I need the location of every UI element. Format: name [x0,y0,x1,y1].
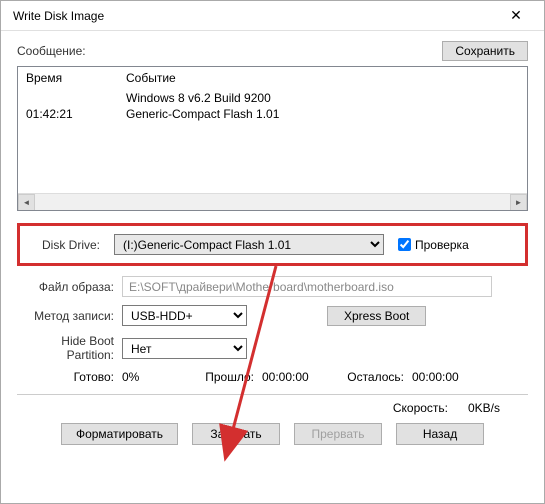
speed-value: 0KB/s [468,401,518,415]
horizontal-scrollbar[interactable]: ◄ ► [18,193,527,210]
scroll-track[interactable] [35,194,510,210]
save-button[interactable]: Сохранить [442,41,528,61]
message-label: Сообщение: [17,44,442,58]
ready-label: Готово: [17,370,122,384]
image-file-label: Файл образа: [17,280,122,294]
elapsed-label: Прошло: [202,370,262,384]
verify-checkbox-wrap[interactable]: Проверка [398,238,469,252]
hide-boot-select[interactable]: Нет [122,338,247,359]
format-button[interactable]: Форматировать [61,423,178,445]
log-time [26,91,126,105]
log-event: Windows 8 v6.2 Build 9200 [126,91,519,105]
log-event: Generic-Compact Flash 1.01 [126,107,519,121]
close-icon[interactable]: ✕ [496,1,536,31]
remain-value: 00:00:00 [412,370,528,384]
titlebar: Write Disk Image ✕ [1,1,544,31]
log-header-event: Событие [126,71,519,85]
scroll-left-icon[interactable]: ◄ [18,194,35,211]
window-title: Write Disk Image [9,9,496,23]
write-method-label: Метод записи: [17,309,122,323]
disk-drive-select[interactable]: (I:)Generic-Compact Flash 1.01 [114,234,384,255]
back-button[interactable]: Назад [396,423,484,445]
write-button[interactable]: Записать [192,423,280,445]
verify-label: Проверка [415,238,469,252]
xpress-boot-button[interactable]: Xpress Boot [327,306,426,326]
log-header-time: Время [26,71,126,85]
write-method-select[interactable]: USB-HDD+ [122,305,247,326]
highlighted-drive-section: Disk Drive: (I:)Generic-Compact Flash 1.… [17,223,528,266]
ready-value: 0% [122,370,202,384]
abort-button: Прервать [294,423,382,445]
disk-drive-label: Disk Drive: [30,238,108,252]
log-time: 01:42:21 [26,107,126,121]
speed-label: Скорость: [393,401,448,415]
hide-boot-label: Hide Boot Partition: [17,334,122,362]
write-disk-image-window: Write Disk Image ✕ Сообщение: Сохранить … [0,0,545,504]
remain-label: Осталось: [342,370,412,384]
log-listbox[interactable]: Время Событие Windows 8 v6.2 Build 9200 … [17,66,528,211]
elapsed-value: 00:00:00 [262,370,342,384]
divider [17,394,528,395]
image-file-input[interactable] [122,276,492,297]
log-row: 01:42:21 Generic-Compact Flash 1.01 [26,107,519,121]
verify-checkbox[interactable] [398,238,411,251]
scroll-right-icon[interactable]: ► [510,194,527,211]
log-row: Windows 8 v6.2 Build 9200 [26,91,519,105]
